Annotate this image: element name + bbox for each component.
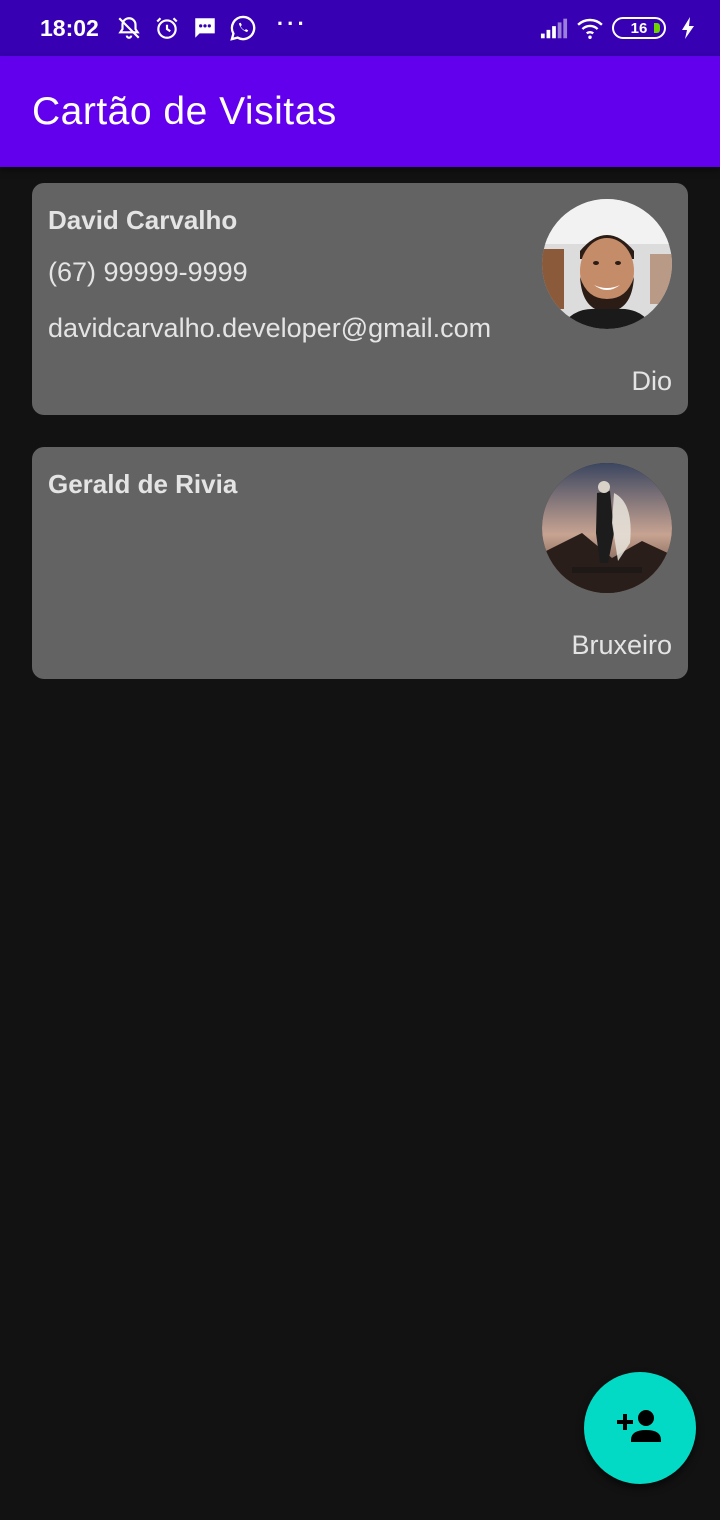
battery-icon: 16 <box>612 17 666 39</box>
page-title: Cartão de Visitas <box>32 89 337 133</box>
card-company: Dio <box>631 366 672 396</box>
charging-icon <box>674 14 702 42</box>
card-phone: (67) 99999-9999 <box>48 257 248 287</box>
signal-icon <box>540 14 568 42</box>
battery-level: 16 <box>630 19 648 37</box>
status-left: 18:02 ··· <box>40 11 308 42</box>
card-email: davidcarvalho.developer@gmail.com <box>48 313 492 343</box>
business-card[interactable]: David Carvalho (67) 99999-9999 davidcarv… <box>32 183 688 415</box>
avatar <box>542 463 672 593</box>
status-time: 18:02 <box>40 14 99 41</box>
more-dots-icon: ··· <box>276 11 308 36</box>
notifications-off-icon <box>115 14 143 42</box>
business-card[interactable]: Gerald de Rivia Bruxeiro <box>32 447 688 679</box>
app-bar: Cartão de Visitas <box>0 56 720 167</box>
message-icon <box>191 14 219 42</box>
avatar <box>542 199 672 329</box>
status-bar: 18:02 ··· 16 <box>0 0 720 56</box>
status-right: 16 <box>540 14 702 42</box>
card-name: Gerald de Rivia <box>48 469 238 499</box>
add-contact-button[interactable] <box>584 1372 696 1484</box>
whatsapp-icon <box>229 14 257 42</box>
add-person-icon <box>615 1406 665 1451</box>
card-name: David Carvalho <box>48 205 238 235</box>
wifi-icon <box>576 14 604 42</box>
alarm-icon <box>153 14 181 42</box>
card-company: Bruxeiro <box>571 630 672 660</box>
